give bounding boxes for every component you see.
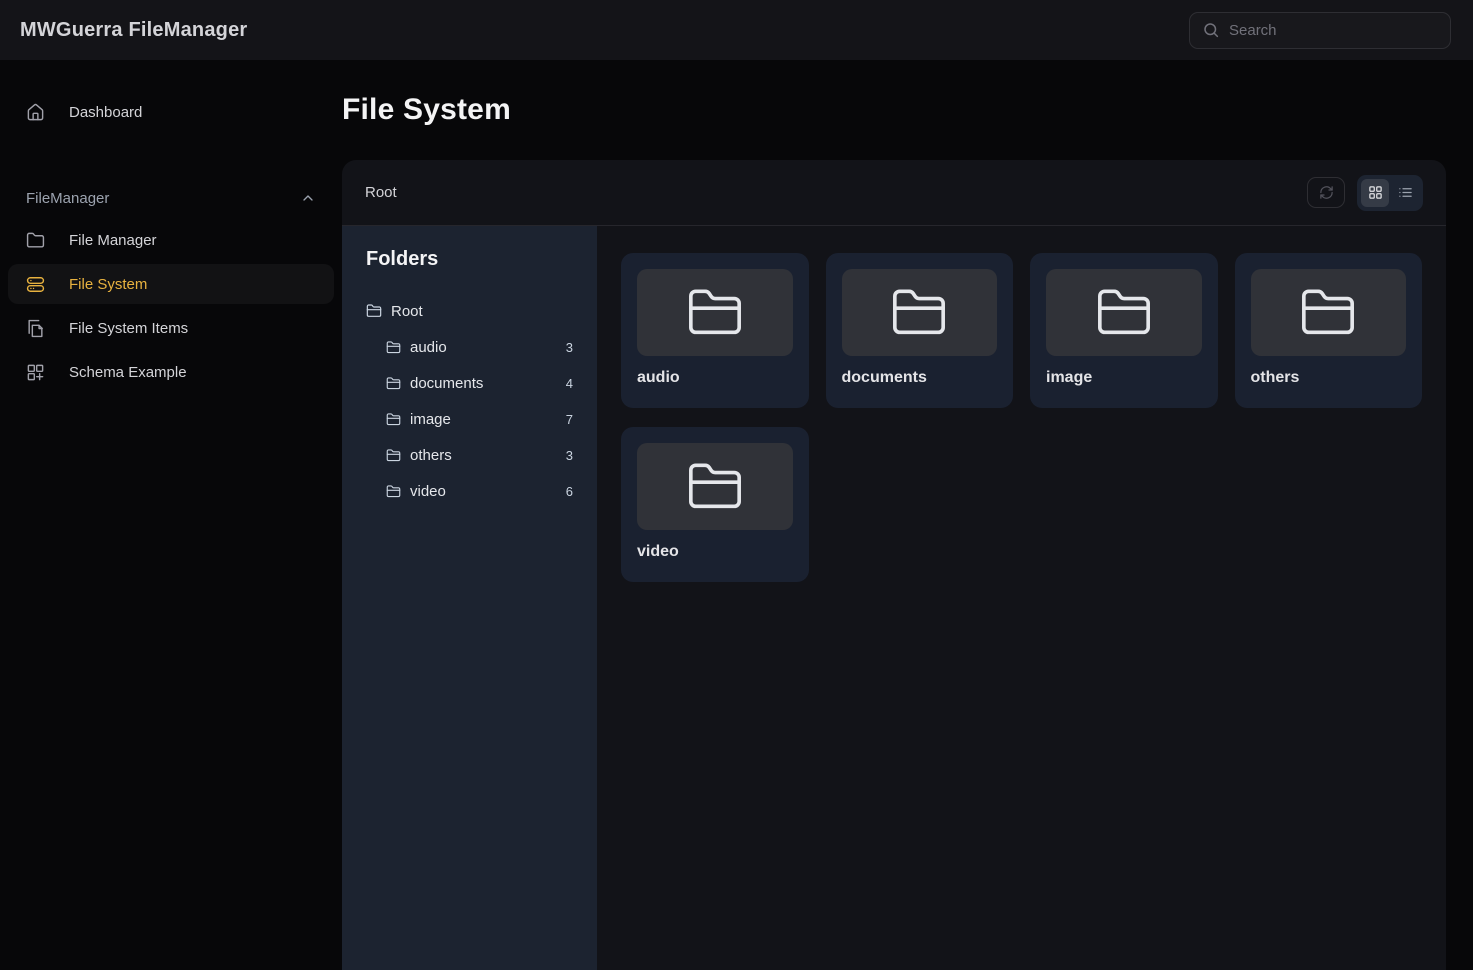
folder-thumbnail	[637, 269, 793, 356]
list-view-button[interactable]	[1391, 179, 1419, 207]
folder-closed-icon	[686, 284, 744, 342]
folder-card-others[interactable]: others	[1235, 253, 1423, 408]
tree-item-documents[interactable]: documents 4	[342, 365, 597, 401]
file-browser-panel: Root	[342, 160, 1446, 970]
tree-item-label: documents	[410, 375, 483, 392]
sidebar-item-label: File System	[69, 276, 147, 293]
sidebar-item-label: File System Items	[69, 320, 188, 337]
folder-closed-icon	[386, 340, 401, 355]
sidebar-item-file-system-items[interactable]: File System Items	[8, 308, 334, 348]
files-grid: audio documents	[597, 226, 1446, 970]
sidebar-item-label: Dashboard	[69, 104, 142, 121]
breadcrumb[interactable]: Root	[365, 184, 397, 201]
tree-item-count: 3	[566, 340, 573, 355]
chevron-up-icon	[300, 190, 316, 206]
tree-item-label: Root	[391, 303, 423, 320]
grid-view-button[interactable]	[1361, 179, 1389, 207]
folders-tree-panel: Folders Root audio 3	[342, 226, 597, 970]
sidebar-section-filemanager[interactable]: FileManager	[8, 180, 334, 216]
tree-item-audio[interactable]: audio 3	[342, 329, 597, 365]
folder-card-video[interactable]: video	[621, 427, 809, 582]
folder-card-label: image	[1046, 369, 1202, 387]
sidebar-item-dashboard[interactable]: Dashboard	[8, 92, 334, 132]
home-icon	[26, 103, 45, 122]
server-icon	[26, 275, 45, 294]
tree-item-image[interactable]: image 7	[342, 401, 597, 437]
app-title: MWGuerra FileManager	[20, 19, 247, 42]
tree-item-count: 3	[566, 448, 573, 463]
sidebar-item-schema-example[interactable]: Schema Example	[8, 352, 334, 392]
folder-card-label: video	[637, 543, 793, 561]
copy-documents-icon	[26, 319, 45, 338]
panel-content: Folders Root audio 3	[342, 226, 1446, 970]
search-icon	[1202, 21, 1220, 39]
folder-closed-icon	[386, 484, 401, 499]
top-bar: MWGuerra FileManager	[0, 0, 1473, 60]
folder-closed-icon	[386, 412, 401, 427]
folder-closed-icon	[1299, 284, 1357, 342]
folder-closed-icon	[386, 448, 401, 463]
tree-item-label: audio	[410, 339, 447, 356]
tree-item-video[interactable]: video 6	[342, 473, 597, 509]
sidebar-item-label: Schema Example	[69, 364, 187, 381]
toolbar-actions	[1307, 175, 1423, 211]
folder-closed-icon	[1095, 284, 1153, 342]
folder-closed-icon	[386, 376, 401, 391]
tree-item-label: others	[410, 447, 452, 464]
tree-item-root[interactable]: Root	[342, 293, 597, 329]
sidebar-item-label: File Manager	[69, 232, 157, 249]
folders-heading: Folders	[342, 248, 597, 271]
folder-closed-icon	[366, 303, 382, 319]
folder-card-label: audio	[637, 369, 793, 387]
tree-item-count: 4	[566, 376, 573, 391]
folder-card-image[interactable]: image	[1030, 253, 1218, 408]
tree-item-count: 7	[566, 412, 573, 427]
main-content: File System Root	[342, 60, 1473, 970]
folder-thumbnail	[842, 269, 998, 356]
search-input[interactable]	[1229, 22, 1438, 39]
list-view-icon	[1398, 185, 1413, 200]
sidebar-group: File Manager File System File System Ite…	[8, 220, 334, 392]
squares-plus-icon	[26, 363, 45, 382]
tree-item-others[interactable]: others 3	[342, 437, 597, 473]
browser-toolbar: Root	[342, 160, 1446, 226]
refresh-icon	[1319, 185, 1334, 200]
folder-card-label: others	[1251, 369, 1407, 387]
folder-card-label: documents	[842, 369, 998, 387]
sidebar-section-label: FileManager	[26, 190, 109, 207]
sidebar-item-file-manager[interactable]: File Manager	[8, 220, 334, 260]
folder-closed-icon	[890, 284, 948, 342]
folder-thumbnail	[1251, 269, 1407, 356]
folder-thumbnail	[637, 443, 793, 530]
tree-item-label: video	[410, 483, 446, 500]
view-toggle	[1357, 175, 1423, 211]
grid-view-icon	[1368, 185, 1383, 200]
sidebar: Dashboard FileManager File Manager File …	[0, 60, 342, 970]
folder-card-audio[interactable]: audio	[621, 253, 809, 408]
search-box[interactable]	[1189, 12, 1451, 49]
folder-closed-icon	[686, 458, 744, 516]
refresh-button[interactable]	[1307, 177, 1345, 208]
tree-item-label: image	[410, 411, 451, 428]
tree-item-count: 6	[566, 484, 573, 499]
sidebar-item-file-system[interactable]: File System	[8, 264, 334, 304]
folder-icon	[26, 231, 45, 250]
folder-thumbnail	[1046, 269, 1202, 356]
folder-card-documents[interactable]: documents	[826, 253, 1014, 408]
page-title: File System	[342, 93, 1446, 127]
